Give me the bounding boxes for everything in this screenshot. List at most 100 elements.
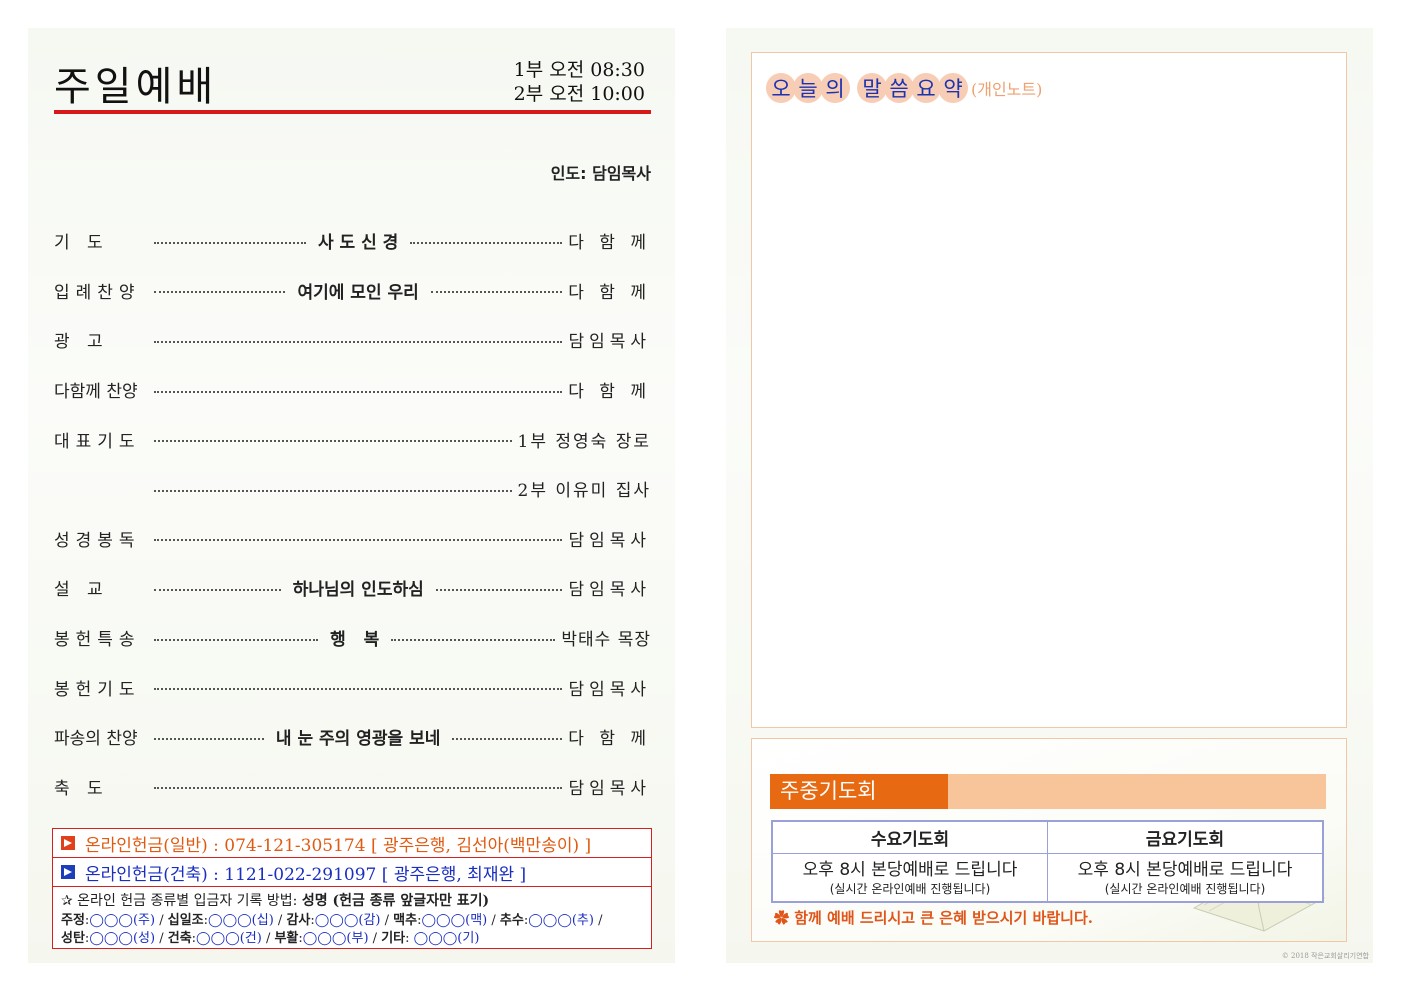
order-row: 기 도 사 도 신 경 다 함 께 bbox=[54, 216, 651, 266]
legend-value: ◯◯◯(감) bbox=[314, 913, 381, 928]
dot-leader bbox=[154, 539, 563, 542]
order-row: 봉헌기도 담임목사 bbox=[54, 662, 651, 712]
order-label: 파송의 찬양 bbox=[54, 729, 138, 750]
offering-method: ✰ 온라인 헌금 종류별 입금자 기록 방법: 성명 (헌금 종류 앞글자만 표… bbox=[53, 887, 651, 910]
dot-leader bbox=[154, 390, 563, 393]
page-title: 주일예배 bbox=[54, 64, 218, 110]
order-row: 2부 이유미 집사 bbox=[54, 464, 651, 514]
order-row: 성경봉독 담임목사 bbox=[54, 514, 651, 564]
dot-leader bbox=[154, 241, 306, 244]
legend-value: ◯◯◯(추) bbox=[528, 913, 594, 928]
dot-leader bbox=[452, 737, 563, 740]
sermon-note-title: 오 늘 의 말 씀 요 약 (개인노트) bbox=[766, 73, 1042, 103]
order-item: 사 도 신 경 bbox=[317, 233, 399, 254]
friday-main: 오후 8시 본당예배로 드립니다 bbox=[1077, 860, 1293, 880]
offering-general: 온라인헌금(일반) : 074-121-305174 [ 광주은행, 김선아(백… bbox=[53, 829, 651, 858]
order-presenter: 다 함 께 bbox=[568, 233, 651, 254]
title-divider bbox=[54, 110, 651, 114]
offering-general-text: 온라인헌금(일반) : 074-121-305174 [ 광주은행, 김선아(백… bbox=[85, 835, 592, 856]
dot-leader bbox=[435, 588, 563, 591]
leader-label: 인도: 담임목사 bbox=[550, 164, 651, 183]
sermon-note-box: 오 늘 의 말 씀 요 약 (개인노트) bbox=[751, 52, 1347, 728]
title-char: 늘 bbox=[793, 73, 823, 103]
order-presenter: 다 함 께 bbox=[568, 282, 651, 303]
order-row: 봉헌특송 행 복 박태수 목장 bbox=[54, 613, 651, 663]
legend-key: 부활 bbox=[274, 931, 299, 946]
service-times: 1부 오전 08:30 2부 오전 10:00 bbox=[514, 58, 645, 106]
order-presenter: 담임목사 bbox=[568, 332, 651, 353]
prayer-meeting-box: 주중기도회 수요기도회 금요기도회 오후 8시 본당예배로 드립니다 (실시간 … bbox=[751, 738, 1347, 942]
service-time-1: 1부 오전 08:30 bbox=[513, 59, 645, 81]
legend-key: 추수 bbox=[499, 913, 524, 928]
offering-legend: 주정:◯◯◯(주) / 십일조:◯◯◯(십) / 감사:◯◯◯(감) / 맥추:… bbox=[53, 910, 651, 950]
dot-leader bbox=[154, 787, 563, 790]
legend-key: 십일조 bbox=[167, 913, 204, 928]
sermon-note-subtitle: (개인노트) bbox=[971, 80, 1043, 99]
offering-method-prefix: ✰ 온라인 헌금 종류별 입금자 기록 방법: bbox=[61, 893, 302, 909]
legend-value: ◯◯◯(건) bbox=[196, 931, 262, 946]
legend-value: ◯◯◯(성) bbox=[89, 931, 156, 946]
wednesday-cell: 오후 8시 본당예배로 드립니다 (실시간 온라인예배 진행됩니다) bbox=[771, 853, 1048, 903]
order-item: 내 눈 주의 영광을 보네 bbox=[275, 729, 441, 750]
order-presenter: 담임목사 bbox=[568, 530, 651, 551]
legend-value: ◯◯◯(십) bbox=[208, 913, 274, 928]
order-presenter: 다 함 께 bbox=[568, 382, 651, 403]
legend-key: 건축 bbox=[167, 931, 192, 946]
copyright: © 2018 작은교회살리기연합 bbox=[1281, 952, 1369, 960]
legend-value: ◯◯◯(맥) bbox=[421, 913, 488, 928]
friday-cell: 오후 8시 본당예배로 드립니다 (실시간 온라인예배 진행됩니다) bbox=[1047, 853, 1324, 903]
order-presenter: 1부 정영숙 장로 bbox=[517, 431, 651, 452]
order-presenter: 담임목사 bbox=[568, 679, 651, 700]
prayer-meeting-table: 수요기도회 금요기도회 오후 8시 본당예배로 드립니다 (실시간 온라인예배 … bbox=[771, 820, 1324, 903]
left-page: 주일예배 1부 오전 08:30 2부 오전 10:00 인도: 담임목사 기 … bbox=[28, 28, 675, 963]
order-row: 대표기도 1부 정영숙 장로 bbox=[54, 414, 651, 464]
order-label: 봉헌기도 bbox=[54, 679, 141, 700]
dot-leader bbox=[154, 340, 563, 343]
legend-line-2: 성탄:◯◯◯(성) / 건축:◯◯◯(건) / 부활:◯◯◯(부) / 기타: … bbox=[61, 931, 480, 946]
order-item: 하나님의 인도하심 bbox=[292, 580, 424, 601]
dot-leader bbox=[154, 291, 286, 294]
legend-line-1: 주정:◯◯◯(주) / 십일조:◯◯◯(십) / 감사:◯◯◯(감) / 맥추:… bbox=[61, 913, 603, 928]
friday-sub: (실시간 온라인예배 진행됩니다) bbox=[1104, 882, 1266, 896]
order-label: 설 교 bbox=[54, 580, 109, 601]
legend-value: ◯◯◯(부) bbox=[302, 931, 369, 946]
order-row: 축 도 담임목사 bbox=[54, 762, 651, 812]
offering-building: 온라인헌금(건축) : 1121-022-291097 [ 광주은행, 최재완 … bbox=[53, 858, 651, 887]
prayer-meeting-header: 주중기도회 bbox=[770, 774, 1326, 809]
friday-title: 금요기도회 bbox=[1047, 820, 1324, 854]
right-page: 오 늘 의 말 씀 요 약 (개인노트) 주중기도회 수요기도회 금요기도회 오… bbox=[726, 28, 1373, 963]
offering-building-text: 온라인헌금(건축) : 1121-022-291097 [ 광주은행, 최재완 … bbox=[85, 864, 527, 885]
prayer-meeting-heading: 주중기도회 bbox=[770, 774, 948, 809]
offering-method-bold: 성명 (헌금 종류 앞글자만 표기) bbox=[301, 893, 490, 909]
order-label: 성경봉독 bbox=[54, 530, 141, 551]
arrow-right-icon bbox=[61, 865, 75, 879]
service-time-2: 2부 오전 10:00 bbox=[513, 83, 645, 105]
order-row: 설 교 하나님의 인도하심 담임목사 bbox=[54, 563, 651, 613]
order-of-worship: 기 도 사 도 신 경 다 함 께 입례찬양 여기에 모인 우리 다 함 께 광… bbox=[54, 216, 651, 811]
order-presenter: 담임목사 bbox=[568, 580, 652, 601]
order-label: 입례찬양 bbox=[54, 282, 141, 303]
dot-leader bbox=[391, 638, 556, 641]
legend-value: ◯◯◯(주) bbox=[89, 913, 156, 928]
legend-key: 감사 bbox=[286, 913, 311, 928]
closing-message: ✿ 함께 예배 드리시고 큰 은혜 받으시기 바랍니다. bbox=[774, 909, 1093, 927]
arrow-right-icon bbox=[61, 836, 75, 850]
order-label: 다함께 찬양 bbox=[54, 382, 138, 403]
order-presenter: 다 함 께 bbox=[568, 729, 652, 750]
wednesday-main: 오후 8시 본당예배로 드립니다 bbox=[802, 860, 1018, 880]
title-char: 의 bbox=[820, 73, 850, 103]
dot-leader bbox=[410, 241, 563, 244]
order-presenter: 박태수 목장 bbox=[561, 630, 651, 651]
title-char: 오 bbox=[766, 73, 796, 103]
order-label: 대표기도 bbox=[54, 431, 141, 452]
order-label: 광 고 bbox=[54, 332, 109, 353]
order-presenter: 2부 이유미 집사 bbox=[517, 481, 651, 502]
order-presenter: 담임목사 bbox=[568, 778, 651, 799]
legend-key: 기타 bbox=[381, 931, 406, 946]
legend-key: 성탄 bbox=[61, 931, 85, 946]
dot-leader bbox=[154, 489, 512, 492]
title-char: 요 bbox=[911, 73, 941, 103]
order-row: 다함께 찬양 다 함 께 bbox=[54, 365, 651, 415]
title-char: 씀 bbox=[884, 73, 914, 103]
dot-leader bbox=[154, 737, 264, 740]
